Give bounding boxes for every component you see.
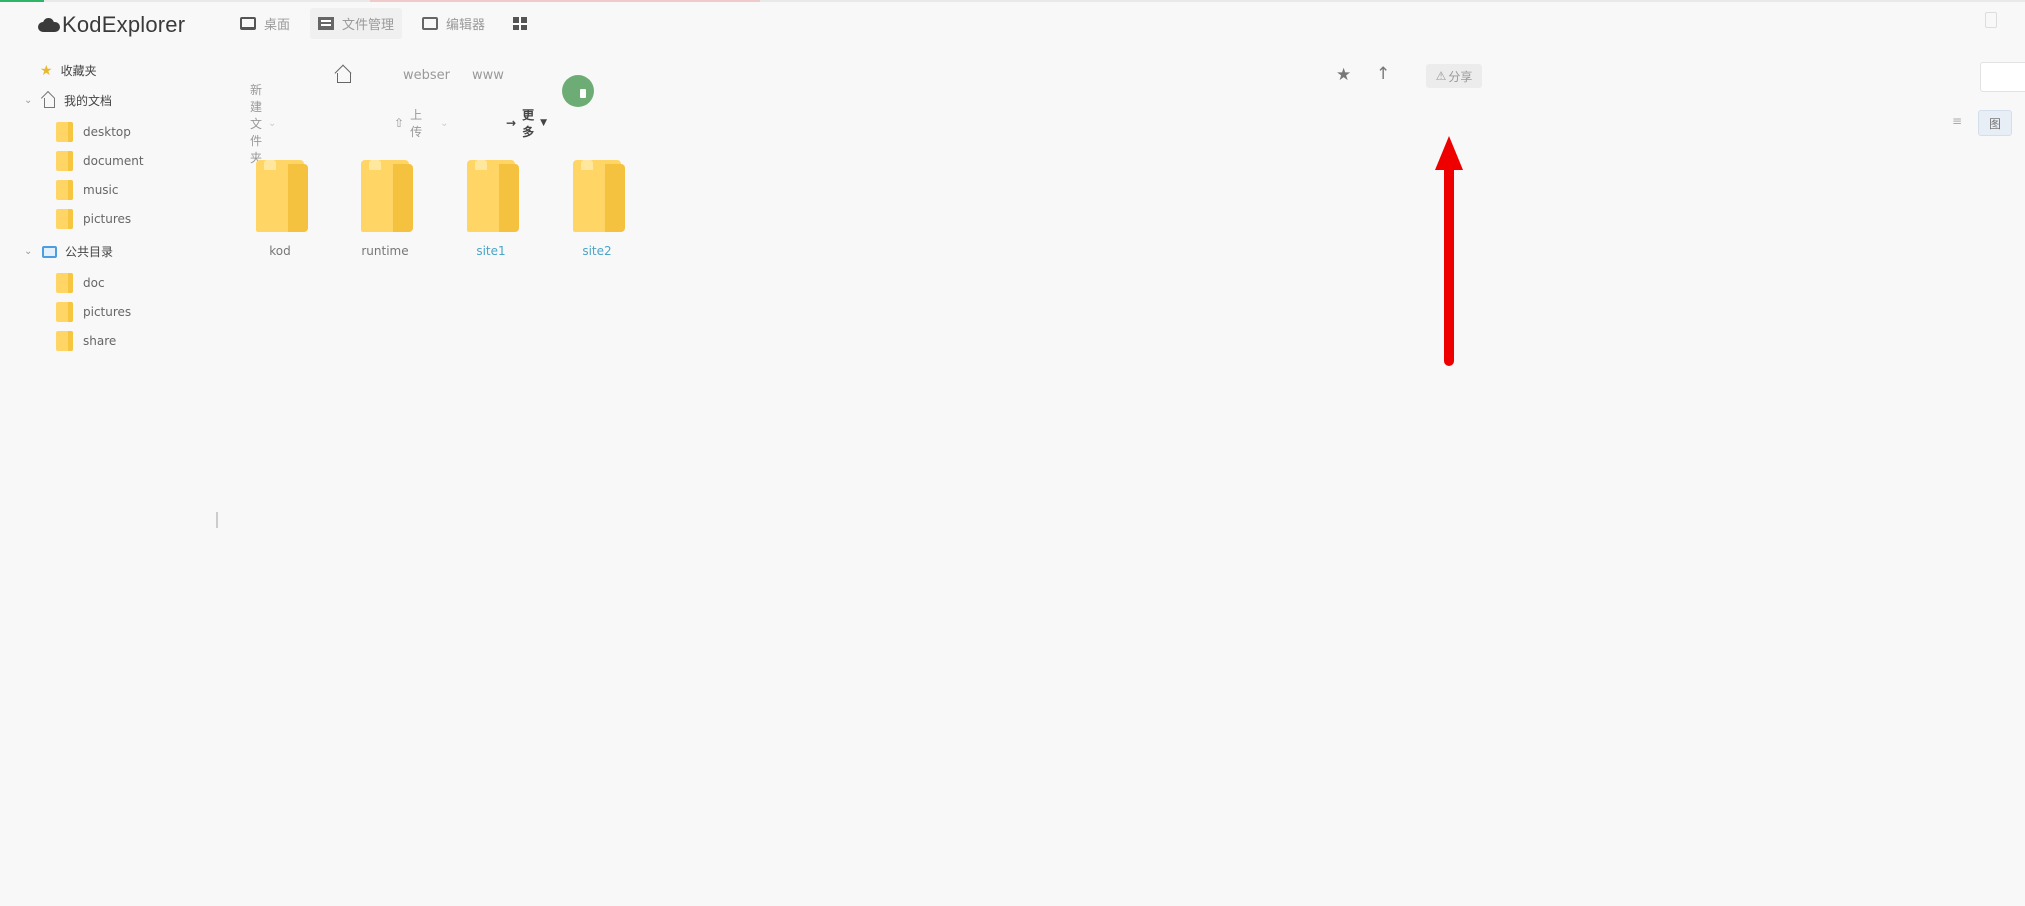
nav-editor[interactable]: 编辑器 <box>422 14 485 33</box>
arrow-right-icon: → <box>506 116 517 130</box>
file-item-site2[interactable]: site2 <box>557 160 637 258</box>
sidebar-item-label: pictures <box>83 212 132 226</box>
share-icon: ⚠ <box>1435 69 1447 83</box>
grid-view-button[interactable]: 图 <box>1978 110 2012 136</box>
sidebar-item-music[interactable]: music <box>56 180 118 200</box>
upload-icon: ⇧ <box>394 116 405 130</box>
new-folder-button[interactable]: 新建文件夹 ⌄ <box>250 83 276 165</box>
cloud-icon <box>38 18 60 32</box>
nav-apps[interactable] <box>513 17 528 30</box>
window-corner-button[interactable] <box>1985 12 1997 28</box>
folder-icon <box>573 160 625 232</box>
sidebar-item-favorites[interactable]: ★ 收藏夹 <box>40 62 97 79</box>
sidebar-item-public-pictures[interactable]: pictures <box>56 302 131 322</box>
editor-icon <box>422 17 439 30</box>
star-icon[interactable]: ★ <box>1336 65 1351 85</box>
nav-desktop[interactable]: 桌面 <box>240 14 290 33</box>
folder-icon <box>56 331 73 351</box>
public-folder-icon <box>42 245 57 258</box>
folder-icon <box>56 273 73 293</box>
sidebar-resize-handle[interactable] <box>216 512 218 528</box>
file-item-kod[interactable]: kod <box>240 160 320 258</box>
upload-button[interactable]: ⇧ 上传 ⌄ <box>394 108 448 139</box>
nav-editor-label: 编辑器 <box>446 18 486 33</box>
folder-icon <box>56 180 73 200</box>
file-name: kod <box>269 244 291 258</box>
mouse-cursor-indicator <box>562 75 594 107</box>
file-name: runtime <box>361 244 409 258</box>
sidebar-item-label: 收藏夹 <box>60 64 97 78</box>
file-manager-icon <box>318 17 335 30</box>
sidebar-item-share[interactable]: share <box>56 331 116 351</box>
file-item-runtime[interactable]: runtime <box>345 160 425 258</box>
app-title: KodExplorer <box>62 12 186 37</box>
grid-view-label: 图 <box>1988 116 2001 131</box>
chevron-down-icon[interactable]: ⌄ <box>24 246 34 257</box>
sidebar-item-document[interactable]: document <box>56 151 144 171</box>
folder-icon <box>56 209 73 229</box>
sidebar-item-label: 公共目录 <box>65 245 114 259</box>
folder-icon <box>56 122 73 142</box>
sidebar-item-pictures[interactable]: pictures <box>56 209 131 229</box>
share-button[interactable]: ⚠ 分享 <box>1426 64 1482 88</box>
app-header: KodExplorer 桌面 文件管理 编辑器 <box>0 2 2025 46</box>
caret-down-icon: ▼ <box>540 118 547 128</box>
sidebar-item-label: doc <box>83 276 105 290</box>
desktop-icon <box>240 17 256 30</box>
search-input[interactable] <box>1980 62 2025 92</box>
top-nav: 桌面 文件管理 编辑器 <box>240 8 528 39</box>
home-icon[interactable] <box>334 67 352 83</box>
star-icon: ★ <box>40 62 53 79</box>
app-logo[interactable]: KodExplorer <box>38 12 185 38</box>
home-icon <box>42 95 56 108</box>
sidebar-item-my-docs[interactable]: ⌄ 我的文档 <box>24 92 112 109</box>
file-item-site1[interactable]: site1 <box>451 160 531 258</box>
sidebar-item-public[interactable]: ⌄ 公共目录 <box>24 243 113 260</box>
file-name: site2 <box>582 244 612 258</box>
apps-grid-icon <box>513 17 528 30</box>
sidebar-item-label: 我的文档 <box>64 94 113 108</box>
sidebar-item-doc[interactable]: doc <box>56 273 105 293</box>
more-button[interactable]: → 更多 ▼ <box>506 108 547 139</box>
folder-icon <box>256 160 308 232</box>
share-button-label: 分享 <box>1448 69 1473 84</box>
sidebar-item-desktop[interactable]: desktop <box>56 122 131 142</box>
sidebar-item-label: desktop <box>83 125 131 139</box>
folder-icon <box>361 160 413 232</box>
chevron-down-icon[interactable]: ⌄ <box>440 118 448 129</box>
new-folder-label: 新建文件夹 <box>250 82 263 165</box>
folder-icon <box>56 151 73 171</box>
annotation-arrow-shaft <box>1444 160 1454 366</box>
arrow-up-icon[interactable]: ↑ <box>1376 64 1390 84</box>
more-label: 更多 <box>522 108 535 139</box>
folder-icon <box>467 160 519 232</box>
list-view-icon[interactable]: ≡ <box>1952 114 1966 128</box>
sidebar-item-label: document <box>83 154 144 168</box>
sidebar-item-label: music <box>83 183 119 197</box>
file-name: site1 <box>476 244 506 258</box>
upload-label: 上传 <box>410 108 423 139</box>
nav-desktop-label: 桌面 <box>264 18 291 33</box>
sidebar-item-label: pictures <box>83 305 132 319</box>
folder-icon <box>56 302 73 322</box>
chevron-down-icon[interactable]: ⌄ <box>24 95 34 106</box>
path-bar: webser www <box>240 60 1490 92</box>
nav-file-manager[interactable]: 文件管理 <box>310 8 403 39</box>
chevron-down-icon[interactable]: ⌄ <box>268 118 276 129</box>
nav-file-manager-label: 文件管理 <box>342 18 395 33</box>
sidebar-item-label: share <box>83 334 117 348</box>
